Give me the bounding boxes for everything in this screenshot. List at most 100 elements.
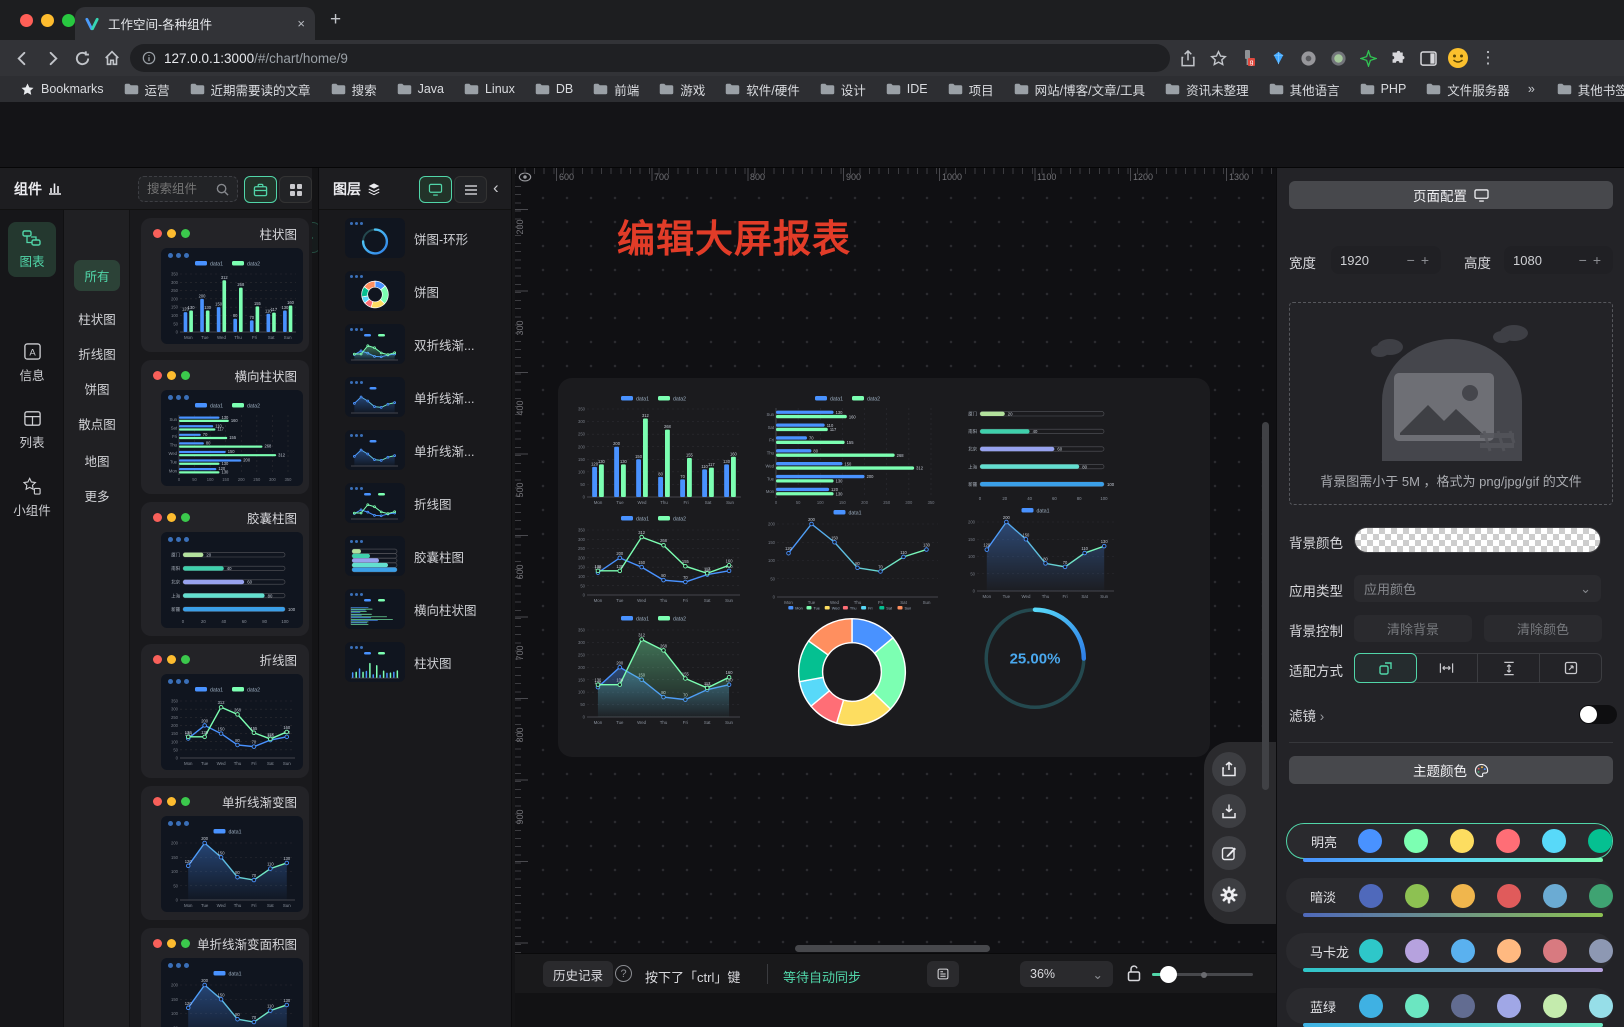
theme-color-dot[interactable] [1359,939,1383,963]
gem-extension-icon[interactable] [1266,46,1290,70]
theme-color-dot[interactable] [1359,884,1383,908]
bookmark-folder[interactable]: DB [527,78,581,101]
theme-color-dot[interactable] [1405,884,1429,908]
editor-canvas[interactable]: 600 700 800 900 1000 1100 1200 1300 200 … [515,168,1276,1027]
theme-color-dot[interactable] [1543,884,1567,908]
theme-color-dot[interactable] [1451,994,1475,1018]
new-tab-button[interactable]: + [330,10,341,29]
address-bar[interactable]: 127.0.0.1:3000/#/chart/home/9 [130,44,1170,72]
grid-view-toggle[interactable] [279,176,312,203]
component-card-line[interactable]: 折线图 data1data205010015020025030035012020… [141,644,309,778]
rail-item-info[interactable]: A 信息 [8,335,56,391]
theme-color-dot[interactable] [1497,939,1521,963]
bookmark-folder[interactable]: 搜索 [323,78,385,101]
category-scatter[interactable]: 散点图 [64,414,130,433]
theme-color-header[interactable]: 主题颜色 [1289,756,1613,784]
other-bookmarks[interactable]: 其他书签 [1549,78,1624,101]
layer-item[interactable]: 饼图 [345,271,439,311]
minimize-window-button[interactable] [41,14,54,27]
widget-line-chart[interactable]: data1data2050100150200250300350120200150… [572,514,744,604]
width-input[interactable]: 1920 − + [1331,246,1441,274]
category-bar[interactable]: 柱状图 [64,309,130,328]
filter-toggle[interactable] [1579,705,1617,724]
height-value[interactable]: 1080 [1513,253,1576,268]
increment-button[interactable]: + [1590,252,1604,268]
sparkle-extension-icon[interactable] [1356,46,1380,70]
theme-color-dot[interactable] [1359,994,1383,1018]
collapse-panel-icon[interactable]: ‹ [493,178,499,198]
theme-color-dot[interactable] [1542,829,1566,853]
layers-thumbnail-toggle[interactable] [419,176,452,203]
bookmark-folder[interactable]: 前端 [585,78,647,101]
close-window-button[interactable] [20,14,33,27]
zoom-slider[interactable] [1152,973,1253,976]
rail-item-widgets[interactable]: 小组件 [8,470,56,526]
bookmark-folder[interactable]: IDE [878,78,936,101]
single-view-toggle[interactable] [244,176,277,203]
theme-color-dot[interactable] [1358,829,1382,853]
bookmark-star-icon[interactable] [1206,46,1230,70]
search-input[interactable] [138,176,238,202]
category-line[interactable]: 折线图 [64,344,130,363]
decrement-button[interactable]: − [1404,252,1418,268]
layer-item[interactable]: 折线图 [345,483,452,523]
increment-button[interactable]: + [1418,252,1432,268]
bookmark-folder[interactable]: Linux [456,78,523,101]
layer-item[interactable]: 胶囊柱图 [345,536,464,576]
theme-row-bright[interactable]: 明亮 [1289,823,1613,863]
theme-color-dot[interactable] [1543,939,1567,963]
width-value[interactable]: 1920 [1340,253,1404,268]
theme-color-dot[interactable] [1497,994,1521,1018]
theme-color-dot[interactable] [1405,994,1429,1018]
theme-color-dot[interactable] [1543,994,1567,1018]
theme-color-dot[interactable] [1589,884,1613,908]
dashboard-preview[interactable]: data1data2050100150200250300350120200150… [558,378,1210,757]
theme-color-dot[interactable] [1405,939,1429,963]
export-button[interactable] [1212,752,1246,786]
lock-icon[interactable] [1126,963,1142,983]
clear-color-button[interactable]: 清除颜色 [1484,615,1602,642]
widget-single-line-chart[interactable]: data10501001502001202001508070110130MonT… [762,508,942,606]
clear-background-button[interactable]: 清除背景 [1354,615,1472,642]
widget-donut-chart[interactable]: MonTueWedThuFriSatSun [762,604,942,730]
widget-capsule-chart[interactable]: 厦门20南阳40北京60上海80新疆100020406080100 [962,400,1118,502]
bookmark-folder[interactable]: 项目 [940,78,1002,101]
edit-button[interactable] [1212,836,1246,870]
tab-close-icon[interactable]: × [297,16,305,31]
theme-color-dot[interactable] [1451,939,1475,963]
layer-item[interactable]: 横向柱状图 [345,589,477,629]
bookmark-folder[interactable]: PHP [1352,78,1415,101]
zoom-select[interactable]: 36%⌄ [1020,961,1113,987]
height-input[interactable]: 1080 − + [1504,246,1613,274]
slider-knob[interactable] [1160,966,1177,983]
pin-extension-icon[interactable]: g [1236,46,1260,70]
history-button[interactable]: 历史记录 [543,961,613,987]
app-type-select[interactable]: 应用颜色 ⌄ [1354,575,1601,602]
theme-color-dot[interactable] [1588,829,1612,853]
theme-row-macaron[interactable]: 马卡龙 [1289,933,1613,973]
filter-expand-icon[interactable]: › [1320,709,1325,724]
bookmarks-star[interactable]: Bookmarks [12,80,112,99]
widget-gradient-line-chart[interactable]: data10501001502001202001508070110130MonT… [962,506,1118,600]
theme-color-dot[interactable] [1497,884,1521,908]
bookmark-folder[interactable]: 软件/硬件 [717,78,807,101]
category-more[interactable]: 更多 [64,486,130,505]
maximize-window-button[interactable] [62,14,75,27]
fit-width-button[interactable] [1416,654,1478,682]
layer-item[interactable]: 单折线渐... [345,430,474,470]
reload-icon[interactable] [70,46,94,70]
layers-list-toggle[interactable] [454,176,487,203]
bookmarks-overflow-icon[interactable]: » [1522,82,1541,96]
layer-item[interactable]: 饼图-环形 [345,218,468,258]
decrement-button[interactable]: − [1576,252,1590,268]
search-field[interactable] [147,182,212,196]
extensions-puzzle-icon[interactable] [1386,46,1410,70]
home-icon[interactable] [100,46,124,70]
site-info-icon[interactable] [142,51,156,65]
layer-item[interactable]: 单折线渐... [345,377,474,417]
widget-hbar-chart[interactable]: data1data2050100150200250300350Sun130160… [762,394,942,506]
category-map[interactable]: 地图 [64,451,130,470]
forward-icon[interactable] [40,46,64,70]
fit-height-button[interactable] [1478,654,1540,682]
background-color-swatch[interactable] [1354,527,1601,553]
